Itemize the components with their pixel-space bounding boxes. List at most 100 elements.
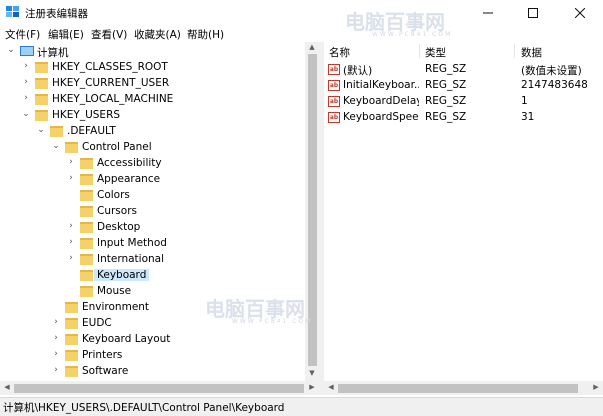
column-divider[interactable]: [514, 44, 515, 58]
chevron-right-icon[interactable]: ›: [66, 173, 76, 183]
folder-icon: [65, 350, 78, 361]
folder-icon: [80, 254, 93, 265]
tree-node[interactable]: › EUDC: [0, 316, 305, 332]
scroll-right-arrow-icon[interactable]: ▶: [305, 383, 319, 391]
chevron-right-icon[interactable]: ›: [66, 253, 76, 263]
chevron-right-icon[interactable]: ›: [66, 221, 76, 231]
minimize-button[interactable]: [465, 0, 511, 26]
tree-node[interactable]: › Appearance: [0, 172, 305, 188]
tree-node[interactable]: › International: [0, 252, 305, 268]
folder-icon: [65, 302, 78, 313]
values-horizontal-scroll-thumb[interactable]: [338, 384, 578, 393]
column-divider[interactable]: [419, 44, 420, 58]
folder-icon: [80, 174, 93, 185]
tree-vertical-scroll-thumb[interactable]: [308, 54, 317, 366]
tree-node[interactable]: › Desktop: [0, 220, 305, 236]
tree-node[interactable]: Colors: [0, 188, 305, 204]
chevron-right-icon[interactable]: ›: [51, 317, 61, 327]
column-header-name[interactable]: 名称: [329, 45, 350, 60]
values-horizontal-scrollbar[interactable]: ◀ ▶: [324, 381, 603, 395]
folder-icon: [80, 158, 93, 169]
chevron-right-icon[interactable]: ›: [51, 333, 61, 343]
menu-favorites[interactable]: 收藏夹(A): [134, 27, 181, 42]
menu-view[interactable]: 查看(V): [91, 27, 127, 42]
value-row[interactable]: ab KeyboardDelay REG_SZ 1: [324, 94, 603, 110]
value-data: (数值未设置): [521, 65, 582, 77]
tree-node[interactable]: ⌄ 计算机: [0, 44, 305, 60]
tree-node[interactable]: › Software: [0, 364, 305, 380]
tree-node-label: Cursors: [97, 205, 137, 217]
tree-node-label: Software: [82, 365, 129, 377]
tree-horizontal-scroll-thumb[interactable]: [14, 384, 304, 393]
tree-node-label: Keyboard Layout: [82, 333, 171, 345]
value-row[interactable]: ab (默认) REG_SZ (数值未设置): [324, 62, 603, 78]
tree-node[interactable]: ⌄ Control Panel: [0, 140, 305, 156]
value-type: REG_SZ: [425, 79, 467, 91]
tree-node[interactable]: Mouse: [0, 284, 305, 300]
value-data: 2147483648: [521, 79, 588, 91]
tree-node-label: HKEY_CURRENT_USER: [52, 77, 170, 89]
value-data: 31: [521, 111, 535, 123]
chevron-right-icon[interactable]: ›: [51, 349, 61, 359]
tree-node-label: Keyboard: [94, 269, 150, 281]
tree-node[interactable]: Environment: [0, 300, 305, 316]
menu-help[interactable]: 帮助(H): [187, 27, 224, 42]
tree-node[interactable]: › Accessibility: [0, 156, 305, 172]
scroll-down-arrow-icon[interactable]: ▼: [305, 369, 319, 377]
folder-icon: [35, 94, 48, 105]
tree-node-label: EUDC: [82, 317, 112, 329]
tree-node[interactable]: › HKEY_LOCAL_MACHINE: [0, 92, 305, 108]
chevron-down-icon[interactable]: ⌄: [21, 109, 31, 119]
tree-node[interactable]: › Keyboard Layout: [0, 332, 305, 348]
chevron-right-icon[interactable]: ›: [21, 77, 31, 87]
chevron-right-icon[interactable]: ›: [21, 61, 31, 71]
folder-icon: [80, 190, 93, 201]
tree-node-label: HKEY_LOCAL_MACHINE: [52, 93, 174, 105]
tree-node[interactable]: ⌄ HKEY_USERS: [0, 108, 305, 124]
chevron-right-icon[interactable]: ›: [66, 157, 76, 167]
close-icon: [575, 8, 585, 18]
chevron-down-icon[interactable]: ⌄: [51, 141, 61, 151]
tree-node[interactable]: ⌄ .DEFAULT: [0, 124, 305, 140]
chevron-down-icon[interactable]: ⌄: [36, 125, 46, 135]
scroll-left-arrow-icon[interactable]: ◀: [0, 383, 14, 391]
tree-node-label: Mouse: [97, 285, 132, 297]
scroll-up-arrow-icon[interactable]: ▲: [305, 43, 319, 51]
chevron-right-icon[interactable]: ›: [66, 237, 76, 247]
value-row[interactable]: ab KeyboardSpeed REG_SZ 31: [324, 110, 603, 126]
tree-node[interactable]: › HKEY_CLASSES_ROOT: [0, 60, 305, 76]
column-header-data[interactable]: 数据: [521, 45, 542, 60]
folder-icon: [80, 286, 93, 297]
tree-vertical-scrollbar[interactable]: ▲ ▼: [305, 42, 319, 381]
scroll-right-arrow-icon[interactable]: ▶: [589, 383, 603, 391]
computer-icon: [20, 46, 34, 56]
tree-node-label: HKEY_CLASSES_ROOT: [52, 61, 168, 73]
folder-icon: [35, 110, 48, 121]
close-button[interactable]: [557, 0, 603, 26]
tree-horizontal-scrollbar[interactable]: ◀ ▶: [0, 381, 319, 395]
values-list[interactable]: 名称 类型 数据 ab (默认) REG_SZ (数值未设置) ab InitialKey…: [324, 42, 603, 381]
column-header-type[interactable]: 类型: [425, 45, 446, 60]
value-type: REG_SZ: [425, 111, 467, 123]
tree-node-label: .DEFAULT: [67, 125, 116, 137]
value-row[interactable]: ab InitialKeyboar... REG_SZ 2147483648: [324, 78, 603, 94]
chevron-right-icon[interactable]: ›: [21, 93, 31, 103]
scroll-left-arrow-icon[interactable]: ◀: [324, 383, 338, 391]
menu-file[interactable]: 文件(F): [5, 27, 40, 42]
value-type: REG_SZ: [425, 95, 467, 107]
string-value-icon: ab: [328, 112, 340, 123]
value-name: KeyboardDelay: [343, 95, 419, 107]
tree-node-label: Colors: [97, 189, 130, 201]
tree-node[interactable]: › Printers: [0, 348, 305, 364]
menu-bar: 文件(F) 编辑(E) 查看(V) 收藏夹(A) 帮助(H): [0, 26, 603, 42]
chevron-down-icon[interactable]: ⌄: [6, 45, 16, 55]
registry-tree[interactable]: ⌄ 计算机 › HKEY_CLASSES_ROOT › HKEY_CURRENT_USER…: [0, 42, 305, 381]
chevron-right-icon[interactable]: ›: [51, 365, 61, 375]
string-value-icon: ab: [328, 96, 340, 107]
maximize-button[interactable]: [510, 0, 556, 26]
tree-node[interactable]: Cursors: [0, 204, 305, 220]
menu-edit[interactable]: 编辑(E): [48, 27, 84, 42]
tree-node[interactable]: › Input Method: [0, 236, 305, 252]
tree-node[interactable]: Keyboard: [0, 268, 305, 284]
tree-node[interactable]: › HKEY_CURRENT_USER: [0, 76, 305, 92]
